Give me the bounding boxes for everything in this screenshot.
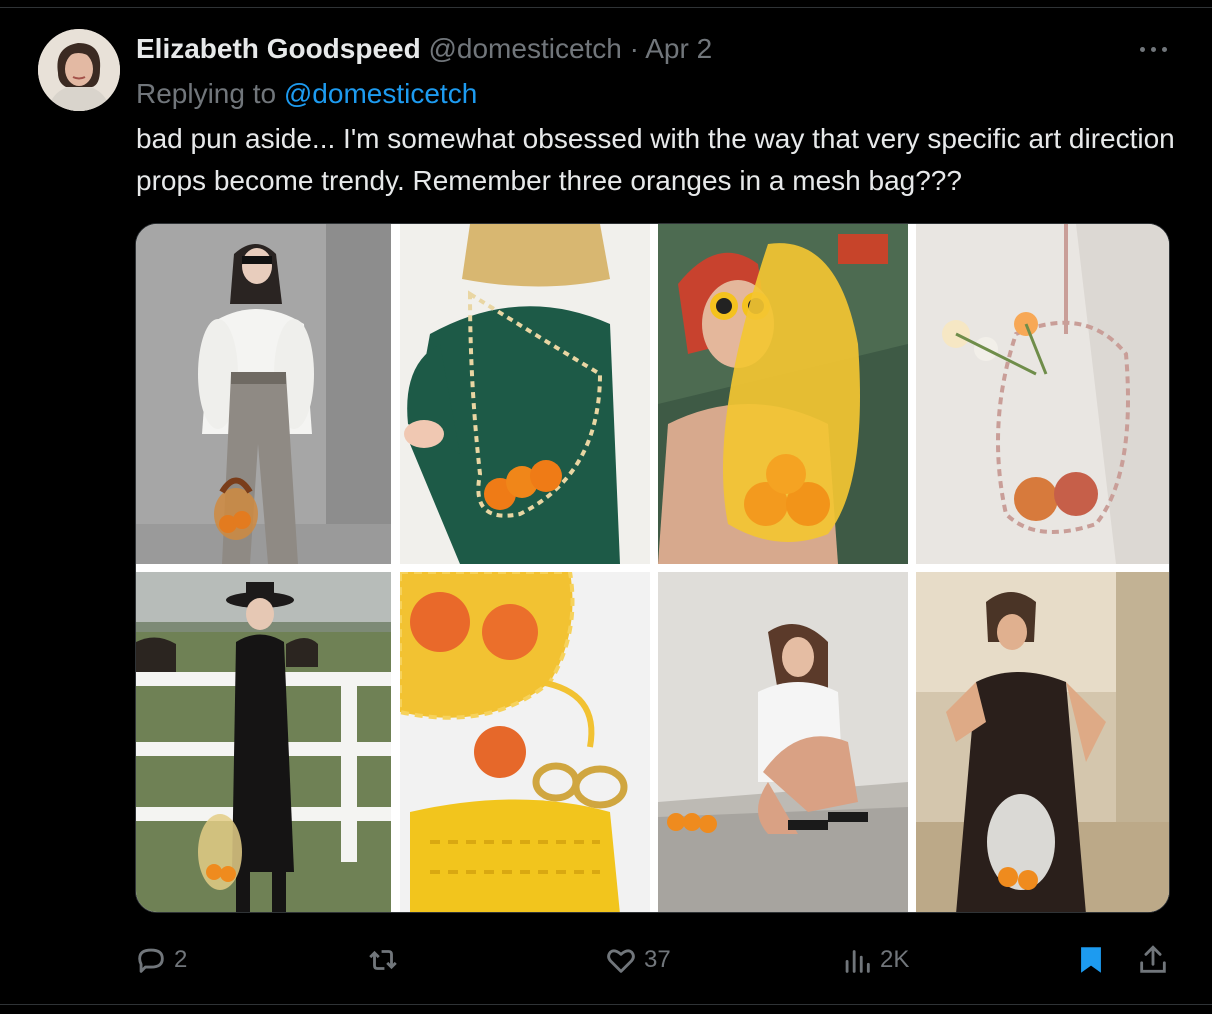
photo-woman-white-sweater[interactable] [136, 224, 391, 564]
tweet-text: bad pun aside... I'm somewhat obsessed w… [136, 123, 1175, 196]
reply-count: 2 [174, 946, 188, 973]
share-button[interactable] [1136, 936, 1170, 984]
media-grid [135, 223, 1170, 913]
avatar-photo [38, 29, 120, 111]
share-icon [1140, 945, 1166, 973]
like-count: 37 [644, 946, 671, 973]
top-divider [0, 7, 1212, 8]
photo-pink-mesh-bag-flowers[interactable] [916, 224, 1169, 564]
bottom-divider [0, 1004, 1212, 1005]
author-handle[interactable]: @domesticetch [428, 33, 621, 64]
heart-icon [607, 949, 635, 973]
retweet-button[interactable] [366, 936, 406, 984]
more-dots-icon[interactable] [1134, 30, 1174, 64]
photo-flatlay-oranges-yellow[interactable] [400, 572, 650, 912]
replying-to-handle[interactable]: @domesticetch [284, 78, 477, 109]
views-count: 2K [880, 946, 910, 973]
photo-black-dress-fence[interactable] [136, 572, 391, 912]
reply-bubble-icon [138, 948, 164, 973]
tweet-actions: 2 37 2K [0, 936, 1212, 984]
photo-green-dress-mesh-bag[interactable] [400, 224, 650, 564]
bookmark-icon [1081, 947, 1101, 973]
bar-chart-icon [845, 950, 870, 973]
like-button[interactable]: 37 [604, 936, 671, 984]
tweet-header: Elizabeth Goodspeed @domesticetch · Apr … [136, 33, 712, 65]
tweet-date[interactable]: Apr 2 [645, 33, 712, 64]
photo-yellow-mesh-bag-sunglasses[interactable] [658, 224, 908, 564]
reply-button[interactable]: 2 [134, 936, 187, 984]
header-separator: · [629, 33, 639, 64]
replying-to: Replying to @domesticetch [136, 78, 477, 110]
photo-woman-black-slip-dress[interactable] [916, 572, 1169, 912]
photo-woman-sitting-wall[interactable] [658, 572, 908, 912]
replying-to-label: Replying to [136, 78, 277, 109]
bookmark-button[interactable] [1074, 936, 1108, 984]
author-name[interactable]: Elizabeth Goodspeed [136, 33, 421, 64]
author-avatar[interactable] [38, 29, 120, 111]
views-button[interactable]: 2K [840, 936, 909, 984]
retweet-icon [369, 950, 397, 970]
